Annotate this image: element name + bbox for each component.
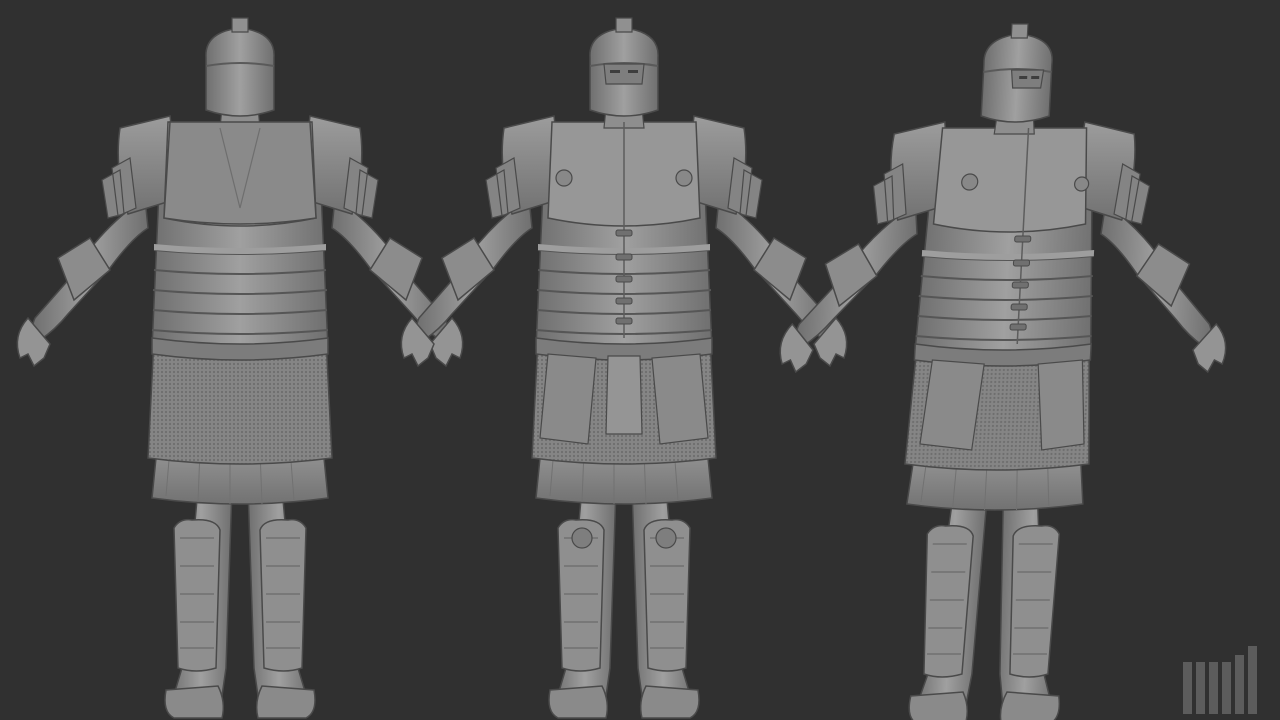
warrior-three-quarter-view <box>759 22 1244 720</box>
sculpt-render <box>16 17 1257 720</box>
warrior-front-view <box>400 17 848 719</box>
warrior-back-view <box>16 17 464 719</box>
zbrush-bars-logo <box>1183 646 1257 714</box>
viewport <box>0 0 1280 720</box>
